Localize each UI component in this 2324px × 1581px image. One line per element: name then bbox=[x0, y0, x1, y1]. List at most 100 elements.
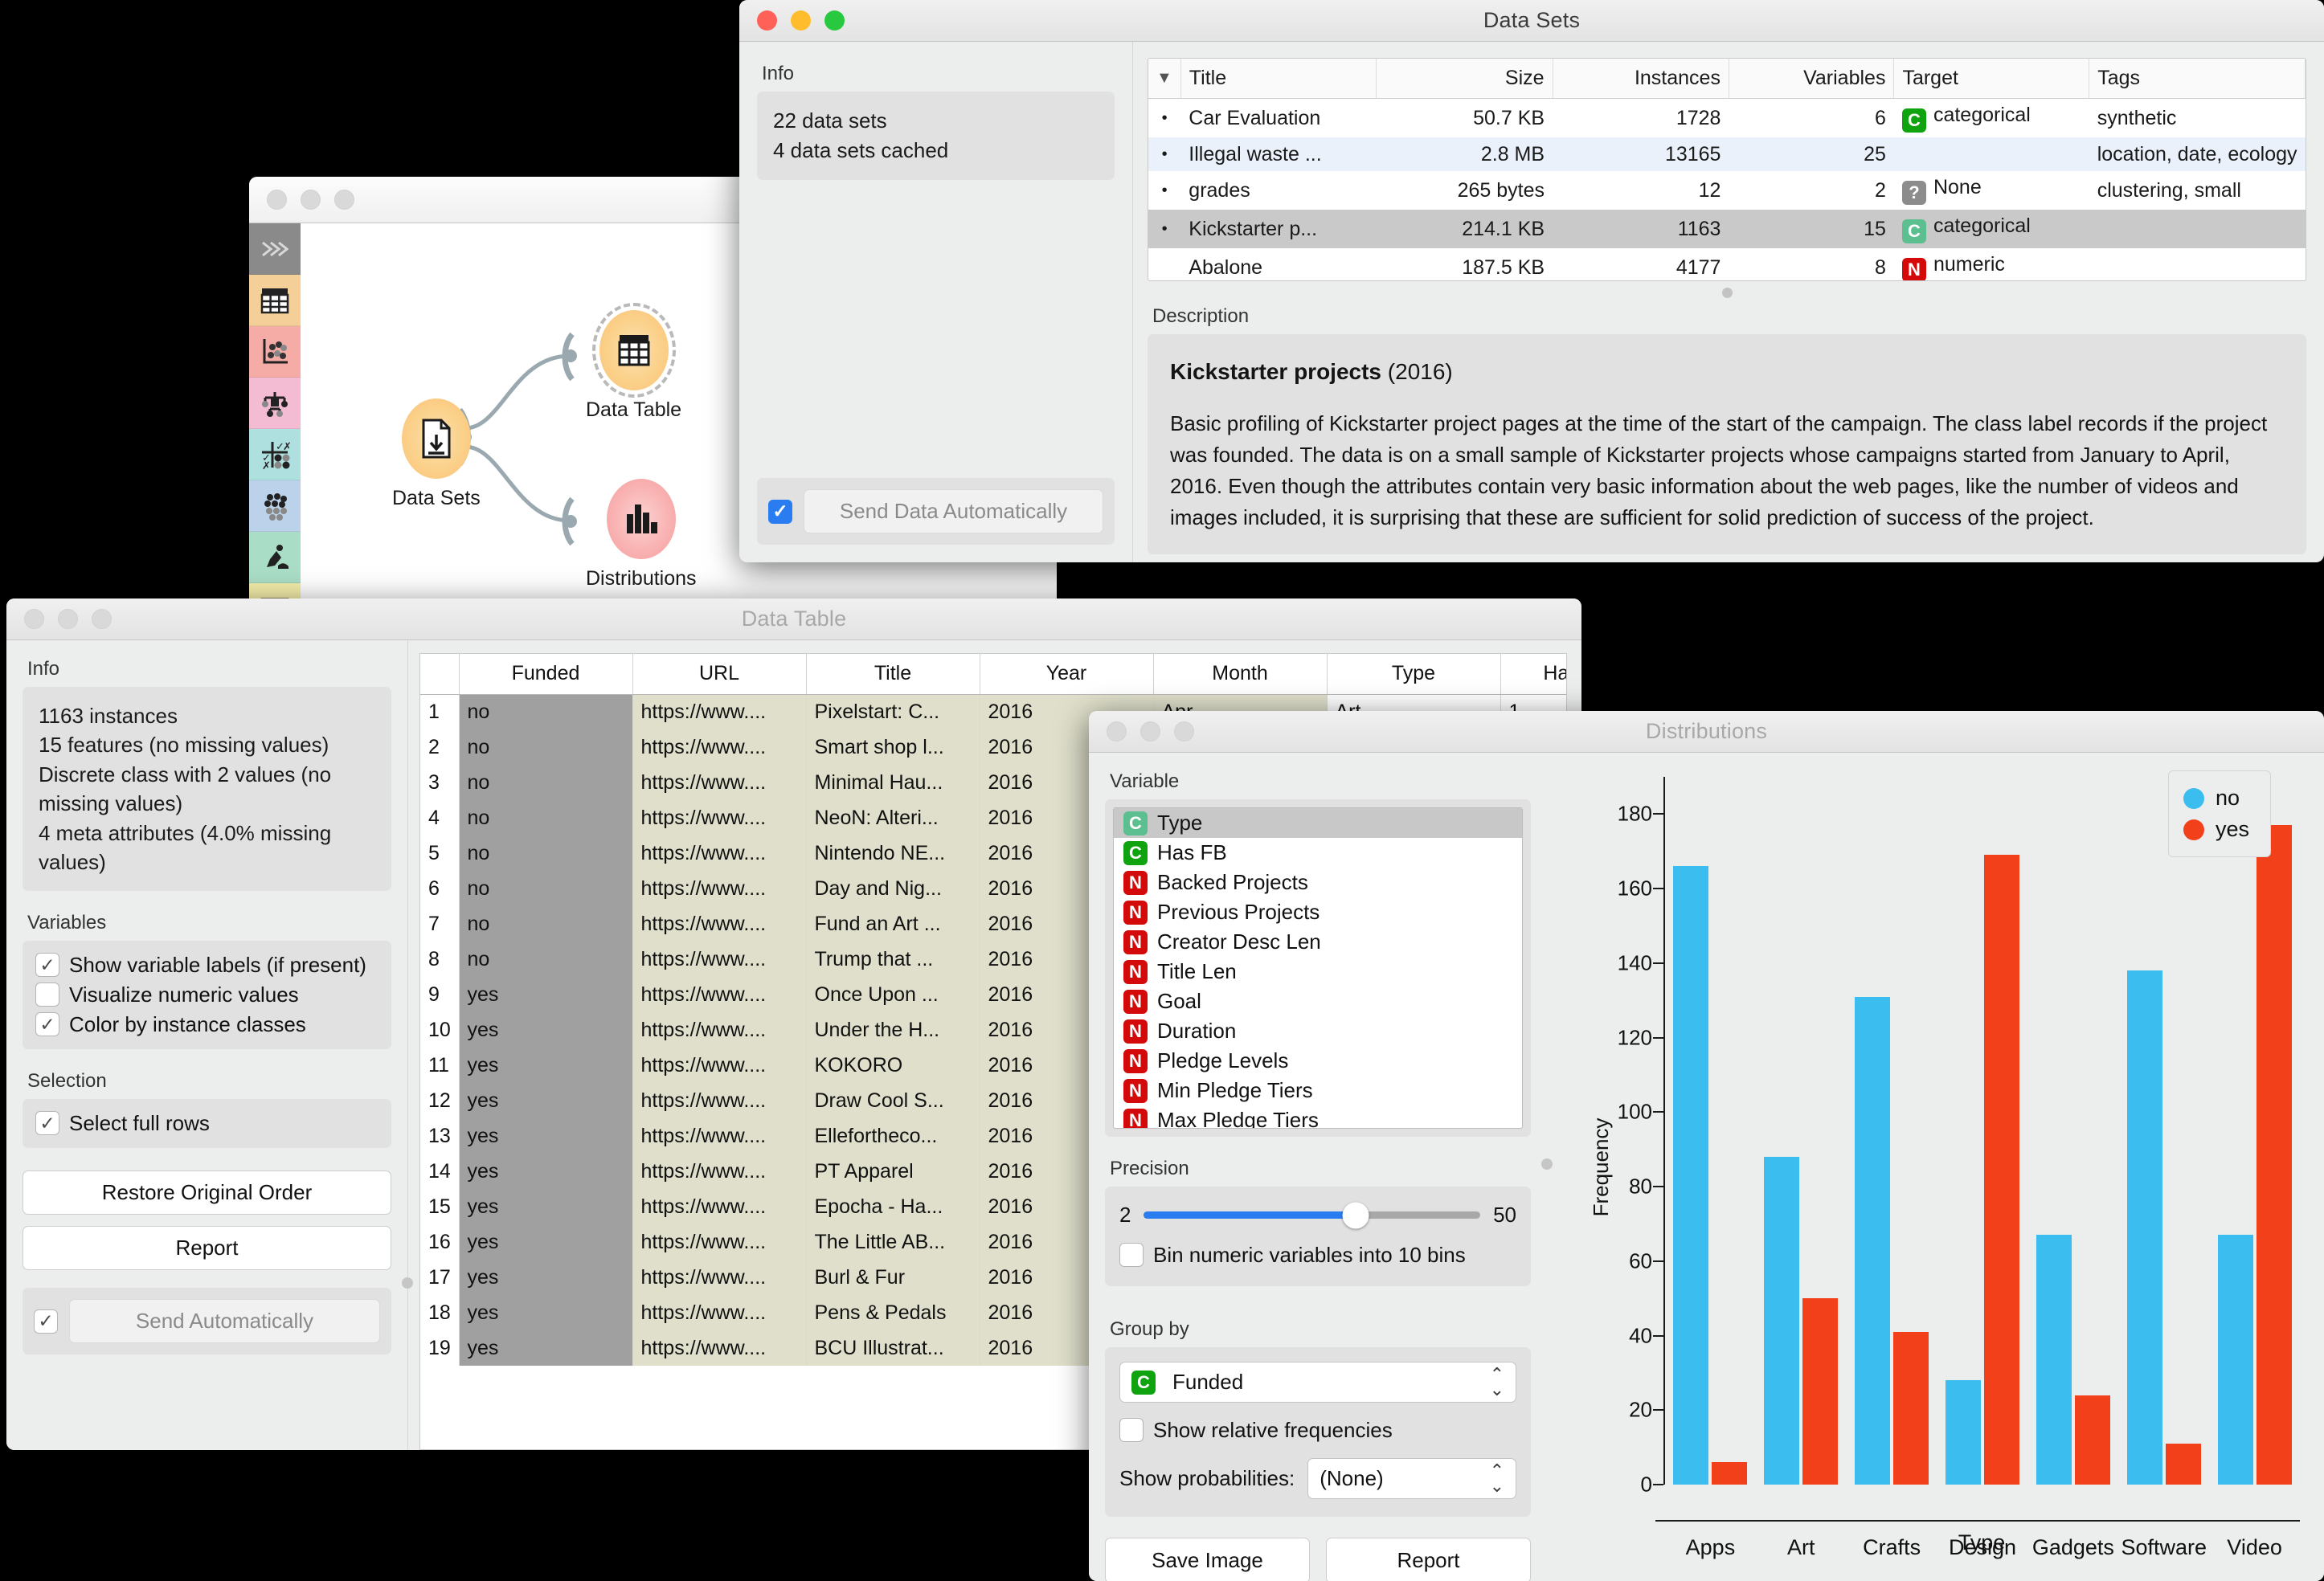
table-row[interactable]: Abalone 187.5 KB 4177 8 Nnumeric bbox=[1148, 248, 2306, 280]
chart-bar[interactable] bbox=[2256, 825, 2292, 1485]
column-header-url[interactable]: URL bbox=[632, 654, 807, 695]
sidebar-item-data[interactable] bbox=[249, 275, 301, 326]
variable-list-item[interactable]: C Has FB bbox=[1114, 838, 1522, 868]
checkbox-visualize-numeric-values[interactable]: Visualize numeric values bbox=[35, 980, 378, 1010]
chart-bar[interactable] bbox=[2217, 1235, 2253, 1485]
column-header-funded[interactable]: Funded bbox=[459, 654, 633, 695]
report-button[interactable]: Report bbox=[1326, 1538, 1531, 1581]
chart-bar[interactable] bbox=[1712, 1462, 1748, 1485]
chart-bar[interactable] bbox=[1673, 866, 1709, 1485]
sidebar-item-evaluate[interactable]: ✓ ✗ ✓ ✗ bbox=[249, 429, 301, 480]
chart-bar[interactable] bbox=[1764, 1156, 1800, 1485]
checkbox-show-variable-labels[interactable]: Show variable labels (if present) bbox=[35, 950, 378, 980]
report-button[interactable]: Report bbox=[23, 1226, 391, 1271]
variable-list[interactable]: C Type C Has FB N Backed Projects N Previous Pr… bbox=[1113, 807, 1523, 1129]
chart-bar[interactable] bbox=[1855, 996, 1891, 1485]
checkbox-box[interactable] bbox=[35, 953, 59, 978]
table-row[interactable]: • grades 265 bytes 12 2 ? None clustering, smal… bbox=[1148, 171, 2306, 210]
close-button[interactable] bbox=[267, 190, 287, 210]
zoom-button[interactable] bbox=[334, 190, 354, 210]
variable-list-item[interactable]: N Creator Desc Len bbox=[1114, 927, 1522, 957]
variable-list-item[interactable]: N Duration bbox=[1114, 1016, 1522, 1046]
datasets-titlebar[interactable]: Data Sets bbox=[739, 0, 2324, 42]
checkbox-select-full-rows[interactable]: Select full rows bbox=[35, 1109, 378, 1138]
node-distributions[interactable]: Distributions bbox=[586, 479, 697, 590]
chart-bar[interactable] bbox=[2036, 1235, 2072, 1485]
sidebar-item-under-construction[interactable] bbox=[249, 532, 301, 583]
distributions-action-buttons: Save Image Report bbox=[1105, 1538, 1531, 1581]
variable-list-item[interactable]: N Pledge Levels bbox=[1114, 1046, 1522, 1076]
datasets-table[interactable]: ▼ Title Size Instances Variables Target … bbox=[1148, 59, 2306, 280]
sort-indicator[interactable]: ▼ bbox=[1148, 59, 1181, 99]
node-data-table[interactable]: Data Table bbox=[586, 303, 681, 422]
sidebar-item-visualize[interactable] bbox=[249, 326, 301, 378]
distribution-chart[interactable]: Frequency 0 20 40 60 80 100 120 140 160 180 Apps A… bbox=[1541, 753, 2324, 1581]
cell-size: 2.8 MB bbox=[1376, 137, 1553, 171]
send-automatically-checkbox[interactable] bbox=[34, 1309, 58, 1334]
splitter-handle[interactable] bbox=[1148, 281, 2306, 304]
variable-list-item[interactable]: N Title Len bbox=[1114, 957, 1522, 987]
checkbox-bin-numeric[interactable]: Bin numeric variables into 10 bins bbox=[1119, 1240, 1516, 1270]
column-header-variables[interactable]: Variables bbox=[1729, 59, 1895, 99]
column-header-instances[interactable]: Instances bbox=[1553, 59, 1729, 99]
precision-slider-row[interactable]: 2 50 bbox=[1119, 1202, 1516, 1228]
chart-bar[interactable] bbox=[1802, 1298, 1839, 1485]
chart-bar[interactable] bbox=[1893, 1331, 1929, 1485]
datasets-table-wrap[interactable]: ▼ Title Size Instances Variables Target … bbox=[1148, 58, 2306, 281]
variable-list-item[interactable]: N Min Pledge Tiers bbox=[1114, 1076, 1522, 1105]
svg-text:✗: ✗ bbox=[262, 460, 271, 471]
column-header-year[interactable]: Year bbox=[980, 654, 1154, 695]
chart-bar[interactable] bbox=[2165, 1444, 2201, 1485]
column-header-title[interactable]: Title bbox=[1180, 59, 1377, 99]
restore-original-order-button[interactable]: Restore Original Order bbox=[23, 1170, 391, 1215]
table-row[interactable]: • Car Evaluation 50.7 KB 1728 6 Ccategorical s… bbox=[1148, 99, 2306, 138]
slider-knob[interactable] bbox=[1342, 1202, 1369, 1228]
sidebar-item-model[interactable] bbox=[249, 378, 301, 429]
window-controls[interactable] bbox=[267, 190, 354, 210]
column-header-month[interactable]: Month bbox=[1153, 654, 1328, 695]
variable-list-item[interactable]: N Backed Projects bbox=[1114, 868, 1522, 897]
show-probabilities-select[interactable]: (None) ⌃ ⌄ bbox=[1307, 1458, 1516, 1499]
chart-y-tick-mark bbox=[1653, 1409, 1663, 1411]
column-header-type[interactable]: Type bbox=[1327, 654, 1501, 695]
send-data-button[interactable]: Send Data Automatically bbox=[804, 489, 1103, 533]
save-image-button[interactable]: Save Image bbox=[1105, 1538, 1310, 1581]
send-automatically-button[interactable]: Send Automatically bbox=[69, 1299, 380, 1344]
column-header-hasfb[interactable]: Has FB bbox=[1500, 654, 1566, 695]
cell-title: Car Evaluation bbox=[1189, 106, 1321, 129]
column-header-tags[interactable]: Tags bbox=[2089, 59, 2306, 99]
table-row[interactable]: • Kickstarter p... 214.1 KB 1163 15 Ccategori… bbox=[1148, 210, 2306, 248]
checkbox-box[interactable] bbox=[1119, 1243, 1144, 1267]
variable-list-item[interactable]: N Max Pledge Tiers bbox=[1114, 1105, 1522, 1128]
node-data-sets[interactable]: Data Sets bbox=[392, 398, 481, 510]
minimize-button[interactable] bbox=[301, 190, 321, 210]
column-header-title[interactable]: Title bbox=[806, 654, 980, 695]
groupby-select[interactable]: C Funded ⌃ ⌄ bbox=[1119, 1362, 1516, 1403]
variable-list-item[interactable]: C Type bbox=[1114, 808, 1522, 838]
checkbox-box[interactable] bbox=[1119, 1418, 1144, 1442]
cell-title: Draw Cool S... bbox=[806, 1083, 980, 1118]
send-data-checkbox[interactable] bbox=[768, 499, 792, 524]
precision-slider[interactable] bbox=[1144, 1202, 1481, 1228]
checkbox-box[interactable] bbox=[35, 983, 59, 1007]
checkbox-show-relative-frequencies[interactable]: Show relative frequencies bbox=[1119, 1416, 1516, 1445]
panel-splitter-handle[interactable] bbox=[1541, 1158, 1553, 1170]
chart-bar[interactable] bbox=[1984, 855, 2019, 1485]
widget-toolbar[interactable]: ✓ ✗ ✓ ✗ bbox=[249, 223, 301, 659]
chart-bar[interactable] bbox=[2126, 970, 2162, 1485]
column-header-target[interactable]: Target bbox=[1893, 59, 2090, 99]
variable-list-item[interactable]: N Goal bbox=[1114, 987, 1522, 1016]
chart-bar[interactable] bbox=[2074, 1395, 2110, 1485]
chevron-double-right-icon[interactable] bbox=[249, 223, 301, 275]
datatable-titlebar[interactable]: Data Table bbox=[6, 598, 1581, 640]
checkbox-box[interactable] bbox=[35, 1012, 59, 1037]
chart-bar[interactable] bbox=[1946, 1380, 1981, 1485]
panel-splitter-handle[interactable] bbox=[402, 1277, 413, 1289]
variable-list-item[interactable]: N Previous Projects bbox=[1114, 897, 1522, 927]
column-header-size[interactable]: Size bbox=[1376, 59, 1553, 99]
table-row[interactable]: • Illegal waste ... 2.8 MB 13165 25 location,… bbox=[1148, 137, 2306, 171]
distributions-titlebar[interactable]: Distributions bbox=[1089, 711, 2324, 753]
checkbox-color-by-instance-classes[interactable]: Color by instance classes bbox=[35, 1010, 378, 1040]
checkbox-box[interactable] bbox=[35, 1111, 59, 1136]
sidebar-item-unsupervised[interactable] bbox=[249, 480, 301, 532]
